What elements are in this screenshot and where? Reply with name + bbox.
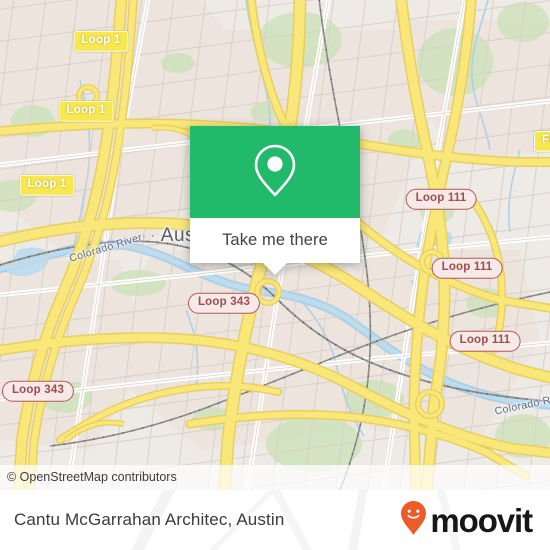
take-me-there-button[interactable]: Take me there: [222, 231, 328, 250]
moovit-logo[interactable]: moovit: [400, 500, 533, 541]
road-label-loop-1-a: Loop 1: [73, 30, 129, 52]
popup-header: [190, 126, 360, 218]
road-label-loop-1-c: Loop 1: [19, 174, 75, 196]
road-label-loop-111-c: Loop 111: [449, 330, 521, 352]
road-label-loop-343-a: Loop 343: [187, 292, 261, 314]
road-label-loop-111-a: Loop 111: [405, 188, 477, 210]
moovit-wordmark: moovit: [430, 501, 533, 539]
road-label-loop-1-b: Loop 1: [58, 100, 114, 122]
map-popup-card[interactable]: Take me there: [190, 126, 360, 275]
road-label-fm-cut: FM: [534, 130, 550, 152]
popup-cta-row[interactable]: Take me there: [190, 218, 360, 263]
road-label-loop-111-b: Loop 111: [431, 257, 503, 279]
popup-pointer-tail: [263, 263, 287, 275]
road-label-loop-343-b: Loop 343: [1, 380, 75, 402]
map-screenshot-page: Loop 1 Loop 1 Loop 1 FM Loop 111 Loop 111 Loop…: [0, 0, 550, 550]
bottom-bar: Cantu McGarrahan Architec, Austin moovit: [0, 490, 550, 550]
map-viewport[interactable]: Loop 1 Loop 1 Loop 1 FM Loop 111 Loop 111 Loop…: [0, 0, 550, 490]
moovit-smiley-pin-icon: [400, 500, 427, 541]
location-pin-icon: [252, 142, 298, 203]
place-title: Cantu McGarrahan Architec, Austin: [14, 510, 285, 529]
osm-attribution[interactable]: © OpenStreetMap contributors: [0, 465, 550, 490]
